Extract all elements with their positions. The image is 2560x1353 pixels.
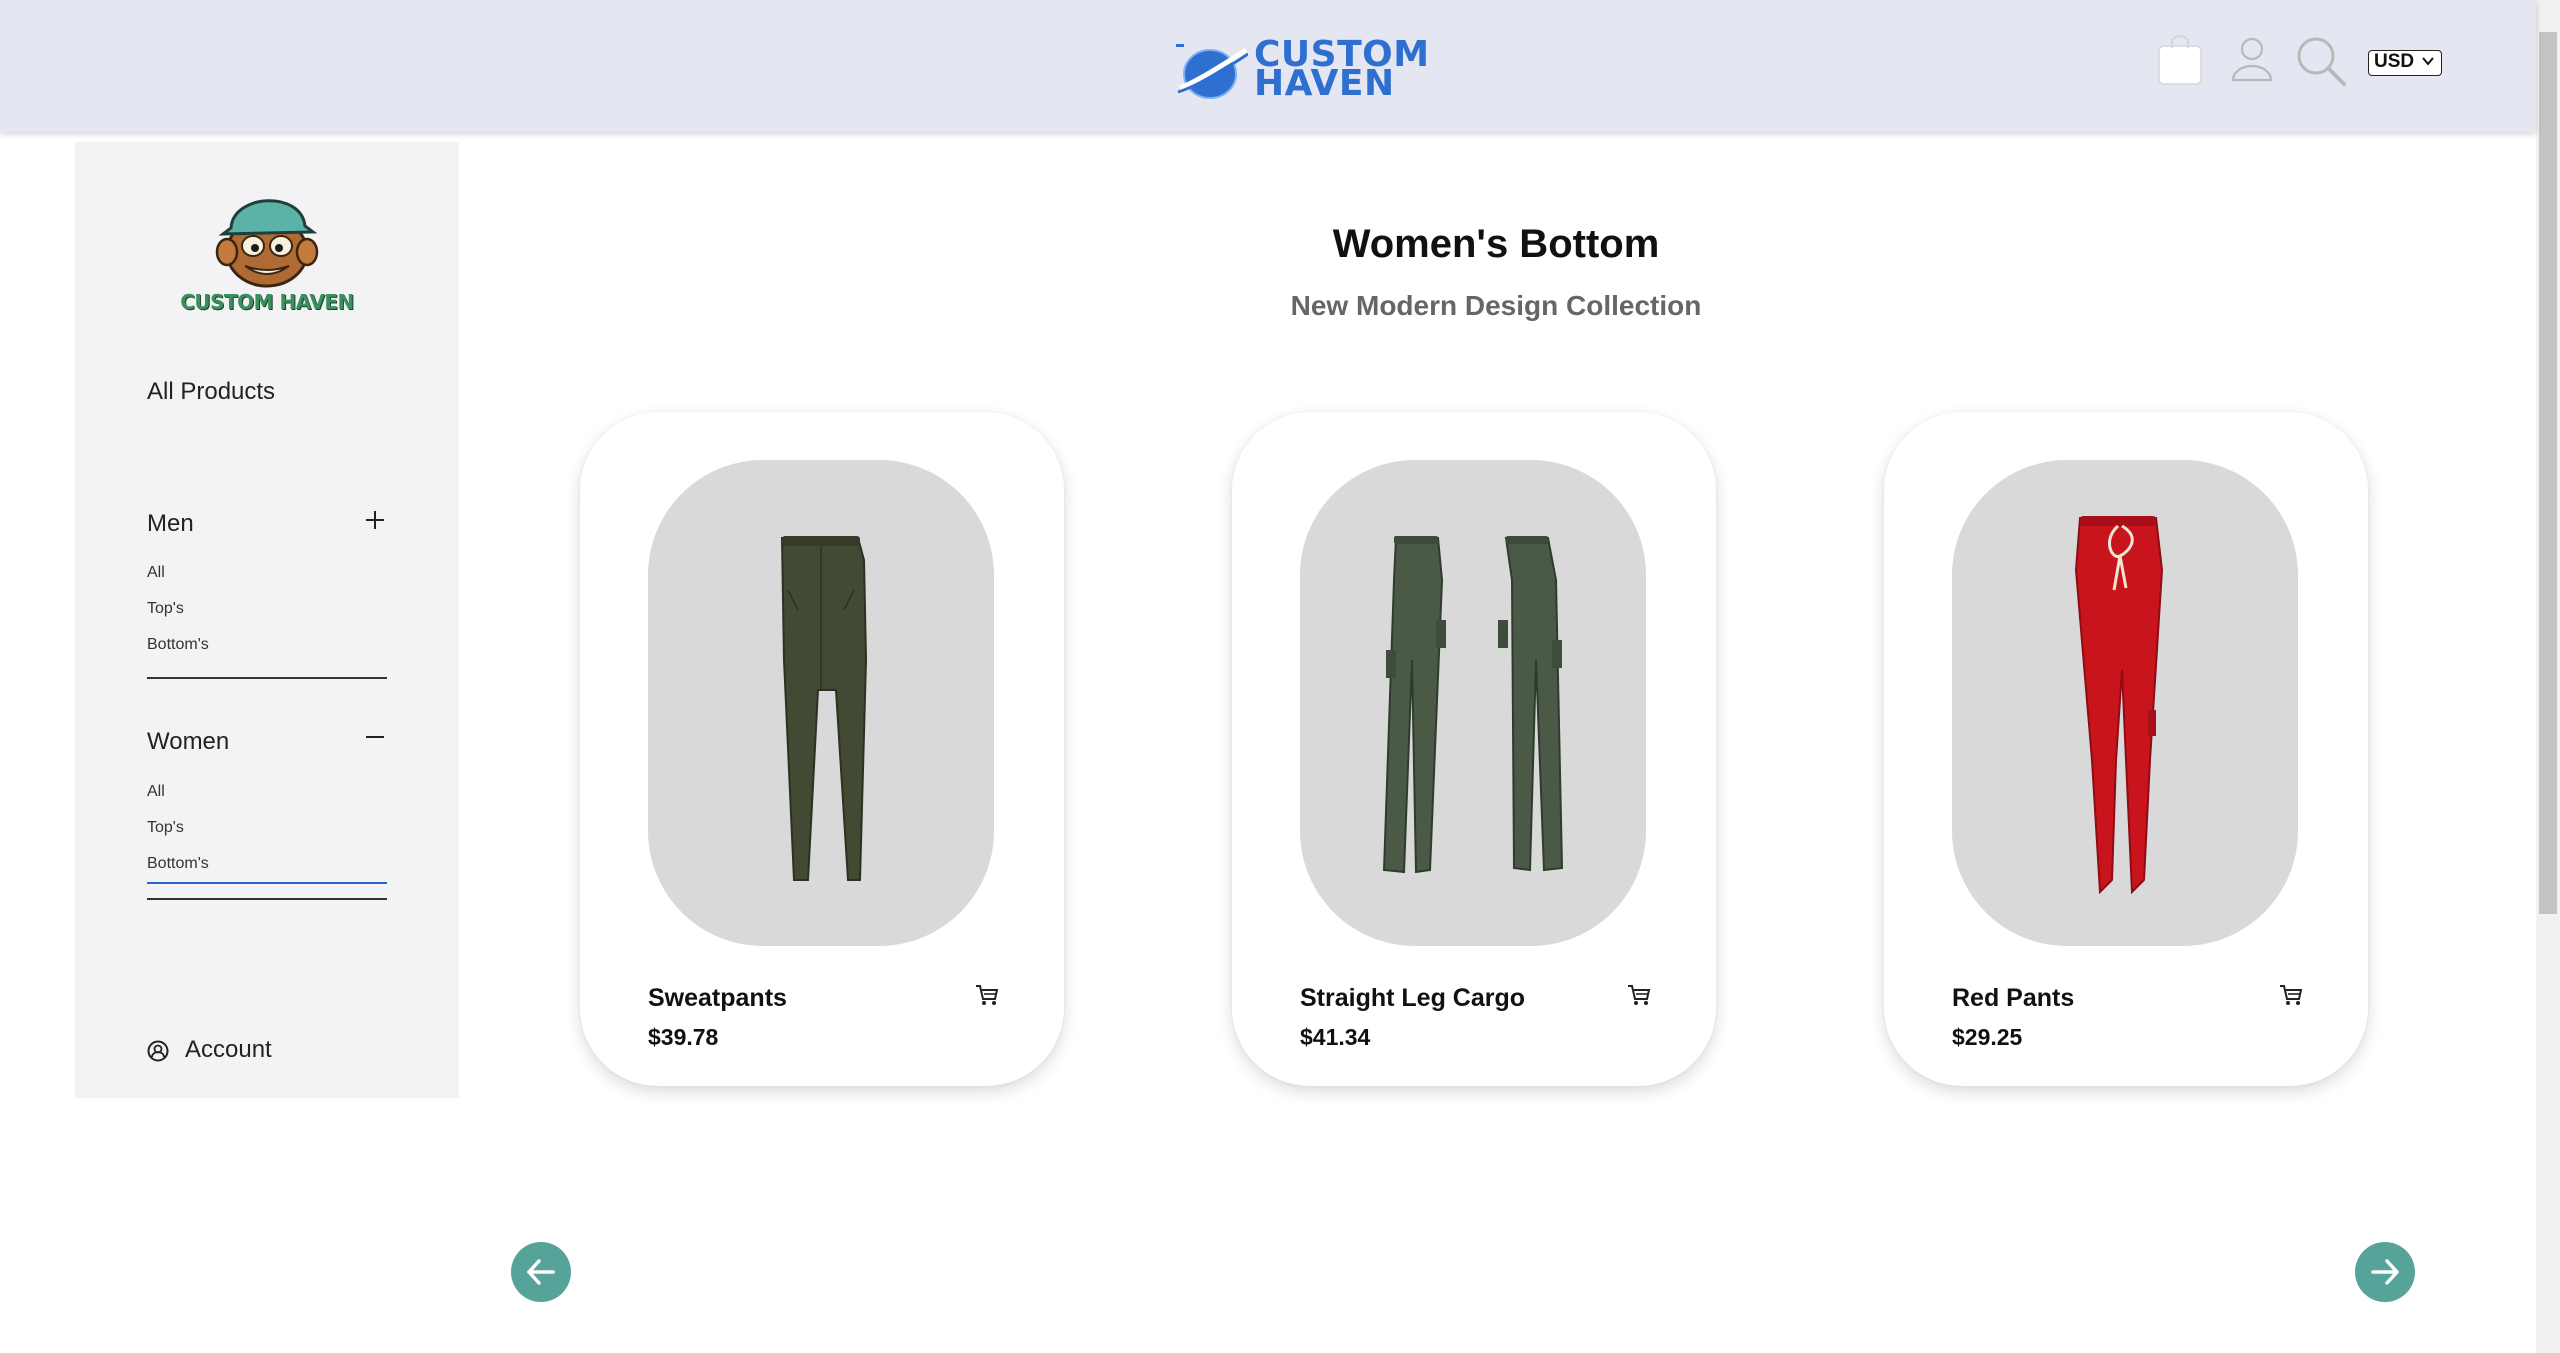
sidebar-logo-text: CUSTOM HAVEN — [180, 290, 354, 314]
account-icon — [147, 1040, 169, 1062]
page-subtitle: New Modern Design Collection — [1290, 290, 1702, 321]
red-pants-image — [2074, 516, 2164, 895]
men-category-toggle[interactable]: Men — [147, 510, 194, 538]
chevron-down-icon — [2422, 57, 2434, 66]
product-card-straight-leg-cargo[interactable]: Straight Leg Cargo $41.34 — [1232, 412, 1716, 1086]
cargo-pants-image — [1382, 536, 1564, 874]
men-tops-link[interactable]: Top's — [147, 600, 184, 618]
page-title: Women's Bottom — [1332, 222, 1660, 266]
product-name[interactable]: Straight Leg Cargo — [1300, 984, 1525, 1013]
arrow-left-icon — [527, 1259, 555, 1285]
carousel-prev-button[interactable] — [511, 1242, 571, 1302]
active-link-underline — [147, 882, 387, 884]
women-tops-link[interactable]: Top's — [147, 819, 184, 837]
top-header: CUSTOM HAVEN USD — [0, 0, 2536, 132]
product-image[interactable] — [648, 460, 994, 946]
women-divider — [147, 898, 387, 900]
women-all-link[interactable]: All — [147, 783, 165, 801]
sidebar: CUSTOM HAVEN All Products Men All Top's … — [75, 142, 459, 1098]
product-card-sweatpants[interactable]: Sweatpants $39.78 — [580, 412, 1064, 1086]
men-bottoms-link[interactable]: Bottom's — [147, 636, 209, 654]
brand-logo[interactable]: CUSTOM HAVEN — [1176, 36, 1429, 104]
search-icon[interactable] — [2294, 34, 2348, 88]
product-price: $39.78 — [648, 1024, 719, 1050]
monkey-mascot-icon — [215, 199, 319, 288]
sweatpants-image — [780, 536, 868, 881]
product-price: $41.34 — [1300, 1024, 1371, 1050]
product-name[interactable]: Red Pants — [1952, 984, 2074, 1013]
minus-icon[interactable] — [365, 727, 385, 747]
product-name[interactable]: Sweatpants — [648, 984, 787, 1013]
add-to-cart-icon[interactable] — [1626, 982, 1652, 1008]
women-bottoms-link[interactable]: Bottom's — [147, 855, 209, 873]
add-to-cart-icon[interactable] — [974, 982, 1000, 1008]
men-divider — [147, 677, 387, 679]
globe-logo-icon — [1176, 44, 1248, 99]
user-icon[interactable] — [2228, 34, 2276, 84]
currency-select[interactable]: USD — [2368, 50, 2442, 76]
sidebar-logo[interactable]: CUSTOM HAVEN — [175, 186, 359, 322]
carousel-next-button[interactable] — [2355, 1242, 2415, 1302]
brand-name: CUSTOM HAVEN — [1254, 37, 1430, 102]
add-to-cart-icon[interactable] — [2278, 982, 2304, 1008]
women-category-toggle[interactable]: Women — [147, 728, 229, 756]
account-label: Account — [185, 1036, 272, 1063]
product-image[interactable] — [1952, 460, 2298, 946]
product-price: $29.25 — [1952, 1024, 2023, 1050]
arrow-right-icon — [2371, 1259, 2399, 1285]
men-all-link[interactable]: All — [147, 564, 165, 582]
product-image[interactable] — [1300, 460, 1646, 946]
scrollbar-thumb[interactable] — [2539, 32, 2557, 914]
product-card-red-pants[interactable]: Red Pants $29.25 — [1884, 412, 2368, 1086]
bag-icon[interactable] — [2156, 34, 2204, 86]
plus-icon[interactable] — [365, 510, 385, 530]
currency-value: USD — [2374, 51, 2415, 72]
all-products-link[interactable]: All Products — [147, 378, 275, 406]
